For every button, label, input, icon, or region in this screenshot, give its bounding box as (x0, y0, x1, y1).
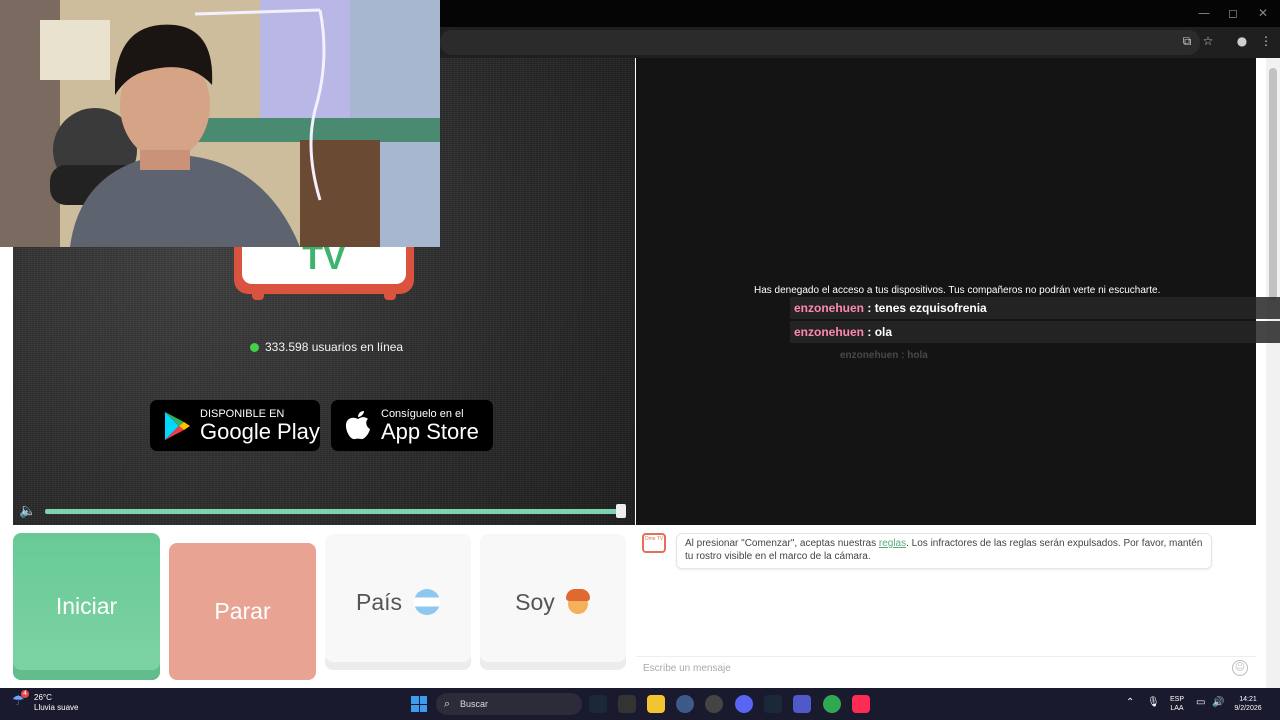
discord-app-icon[interactable] (735, 695, 753, 713)
volume-control[interactable]: 🔈 (13, 500, 635, 524)
google-play-small-text: DISPONIBLE EN (200, 407, 285, 420)
logo-text: TV (242, 246, 406, 284)
tray-overflow-icon[interactable]: ⌃ (1126, 697, 1134, 708)
chat-message-fading: enzonehuen : hola (838, 345, 1232, 367)
stop-button-label: Parar (214, 598, 271, 624)
chat-text: : hola (901, 350, 928, 361)
address-bar[interactable] (440, 30, 1200, 55)
search-icon: ⌕ (444, 697, 451, 710)
argentina-flag-icon (414, 589, 441, 615)
steam-app-icon-2[interactable] (764, 695, 782, 713)
weather-badge: 4 (21, 690, 29, 698)
chat-message: enzonehuen : tenes ezquisofrenia (790, 297, 1280, 319)
language-code: ESP (1169, 696, 1184, 703)
self-video-panel: Has denegado el acceso a tus dispositivo… (636, 58, 1280, 525)
search-placeholder: Buscar (460, 699, 489, 709)
message-input[interactable]: Escribe un mensaje (636, 656, 1256, 680)
gender-button-label: Soy (515, 588, 555, 615)
weather-widget[interactable]: ☂ 4 26°C Lluvia suave (12, 690, 79, 713)
clock-date: 9/2/2026 (1234, 705, 1262, 712)
weather-temperature: 26°C (34, 693, 52, 702)
teams-app-icon[interactable] (793, 695, 811, 713)
taskbar-search[interactable]: ⌕ Buscar (436, 693, 582, 715)
menu-icon[interactable]: ⋮ (1259, 34, 1273, 48)
streamer-webcam-overlay (0, 0, 440, 247)
scrollbar-thumb[interactable] (1269, 68, 1277, 300)
rules-text-prefix: Al presionar "Comenzar", aceptas nuestra… (685, 538, 879, 549)
emoji-picker-icon[interactable]: ☺ (1232, 660, 1248, 676)
speaker-icon[interactable]: 🔈 (19, 503, 36, 519)
gender-selector-button[interactable]: Soy (480, 534, 626, 670)
chrome-app-icon[interactable] (676, 695, 694, 713)
rules-notice: Al presionar "Comenzar", aceptas nuestra… (676, 533, 1212, 569)
utorrent-app-icon[interactable] (823, 695, 841, 713)
start-button-label: Iniciar (55, 593, 118, 619)
online-users-indicator: 333.598 usuarios en línea (250, 340, 403, 354)
windows-taskbar: ☂ 4 26°C Lluvia suave ⌕ Buscar ⌃ 🎙 ESP LA… (0, 688, 1280, 720)
google-play-big-text: Google Play (200, 418, 320, 444)
ometv-logo: TV (234, 246, 414, 300)
online-status-dot (250, 342, 259, 352)
app-store-small-text: Consíguelo en el (381, 407, 464, 420)
ometv-chat-avatar: Ome TV (642, 533, 666, 553)
webcam-image (0, 0, 440, 247)
google-play-icon (165, 411, 190, 440)
chat-username: enzonehuen (840, 350, 899, 361)
logo-foot-right (384, 292, 396, 300)
country-selector-button[interactable]: País (325, 534, 471, 670)
online-users-count: 333.598 usuarios en línea (265, 340, 404, 354)
weather-rain-icon: ☂ 4 (12, 690, 29, 709)
bookmark-star-icon[interactable]: ☆ (1201, 34, 1215, 48)
install-app-icon[interactable]: ⧉ (1180, 34, 1194, 48)
apple-icon (345, 410, 370, 439)
google-play-button[interactable]: DISPONIBLE EN Google Play (150, 400, 320, 451)
close-window-button[interactable]: ✕ (1258, 6, 1268, 20)
weather-description: Lluvia suave (34, 703, 79, 712)
app-store-big-text: App Store (381, 418, 479, 444)
volume-slider-thumb[interactable] (616, 504, 626, 518)
tiktok-app-icon[interactable] (852, 695, 870, 713)
start-button[interactable]: Iniciar (13, 533, 160, 680)
volume-icon[interactable]: 🔊 (1212, 697, 1224, 708)
stop-button[interactable]: Parar (169, 543, 316, 680)
rules-link[interactable]: reglas (879, 538, 906, 549)
layout-code: LAA (1170, 705, 1184, 712)
epic-games-app-icon[interactable] (618, 695, 636, 713)
chat-text: : ola (867, 325, 893, 339)
app-store-button[interactable]: Consíguelo en el App Store (331, 400, 493, 451)
keyboard-language[interactable]: ESP LAA (1166, 695, 1188, 713)
logo-foot-left (252, 292, 264, 300)
device-denied-message: Has denegado el acceso a tus dispositivo… (754, 285, 1161, 296)
maximize-button[interactable]: ◻ (1228, 6, 1238, 20)
windows-start-icon[interactable] (411, 696, 427, 712)
chat-username: enzonehuen (794, 301, 865, 315)
page-scrollbar[interactable] (1266, 58, 1280, 688)
clock-time: 14:21 (1239, 696, 1257, 703)
volume-slider-track[interactable] (45, 509, 621, 514)
steam-app-icon[interactable] (589, 695, 607, 713)
clock[interactable]: 14:21 9/2/2026 (1228, 695, 1268, 713)
file-explorer-icon[interactable] (647, 695, 665, 713)
network-icon[interactable]: ▭ (1196, 697, 1205, 708)
country-button-label: País (355, 588, 403, 615)
minimize-button[interactable]: — (1198, 6, 1210, 20)
microphone-icon[interactable]: 🎙 (1147, 697, 1160, 708)
obs-app-icon[interactable] (705, 695, 723, 713)
chat-text: : tenes ezquisofrenia (867, 301, 987, 315)
profile-icon[interactable]: ● (1235, 34, 1249, 48)
boy-emoji-icon (565, 589, 591, 615)
chat-message: enzonehuen : ola (790, 321, 1280, 343)
chat-username: enzonehuen (794, 325, 865, 339)
